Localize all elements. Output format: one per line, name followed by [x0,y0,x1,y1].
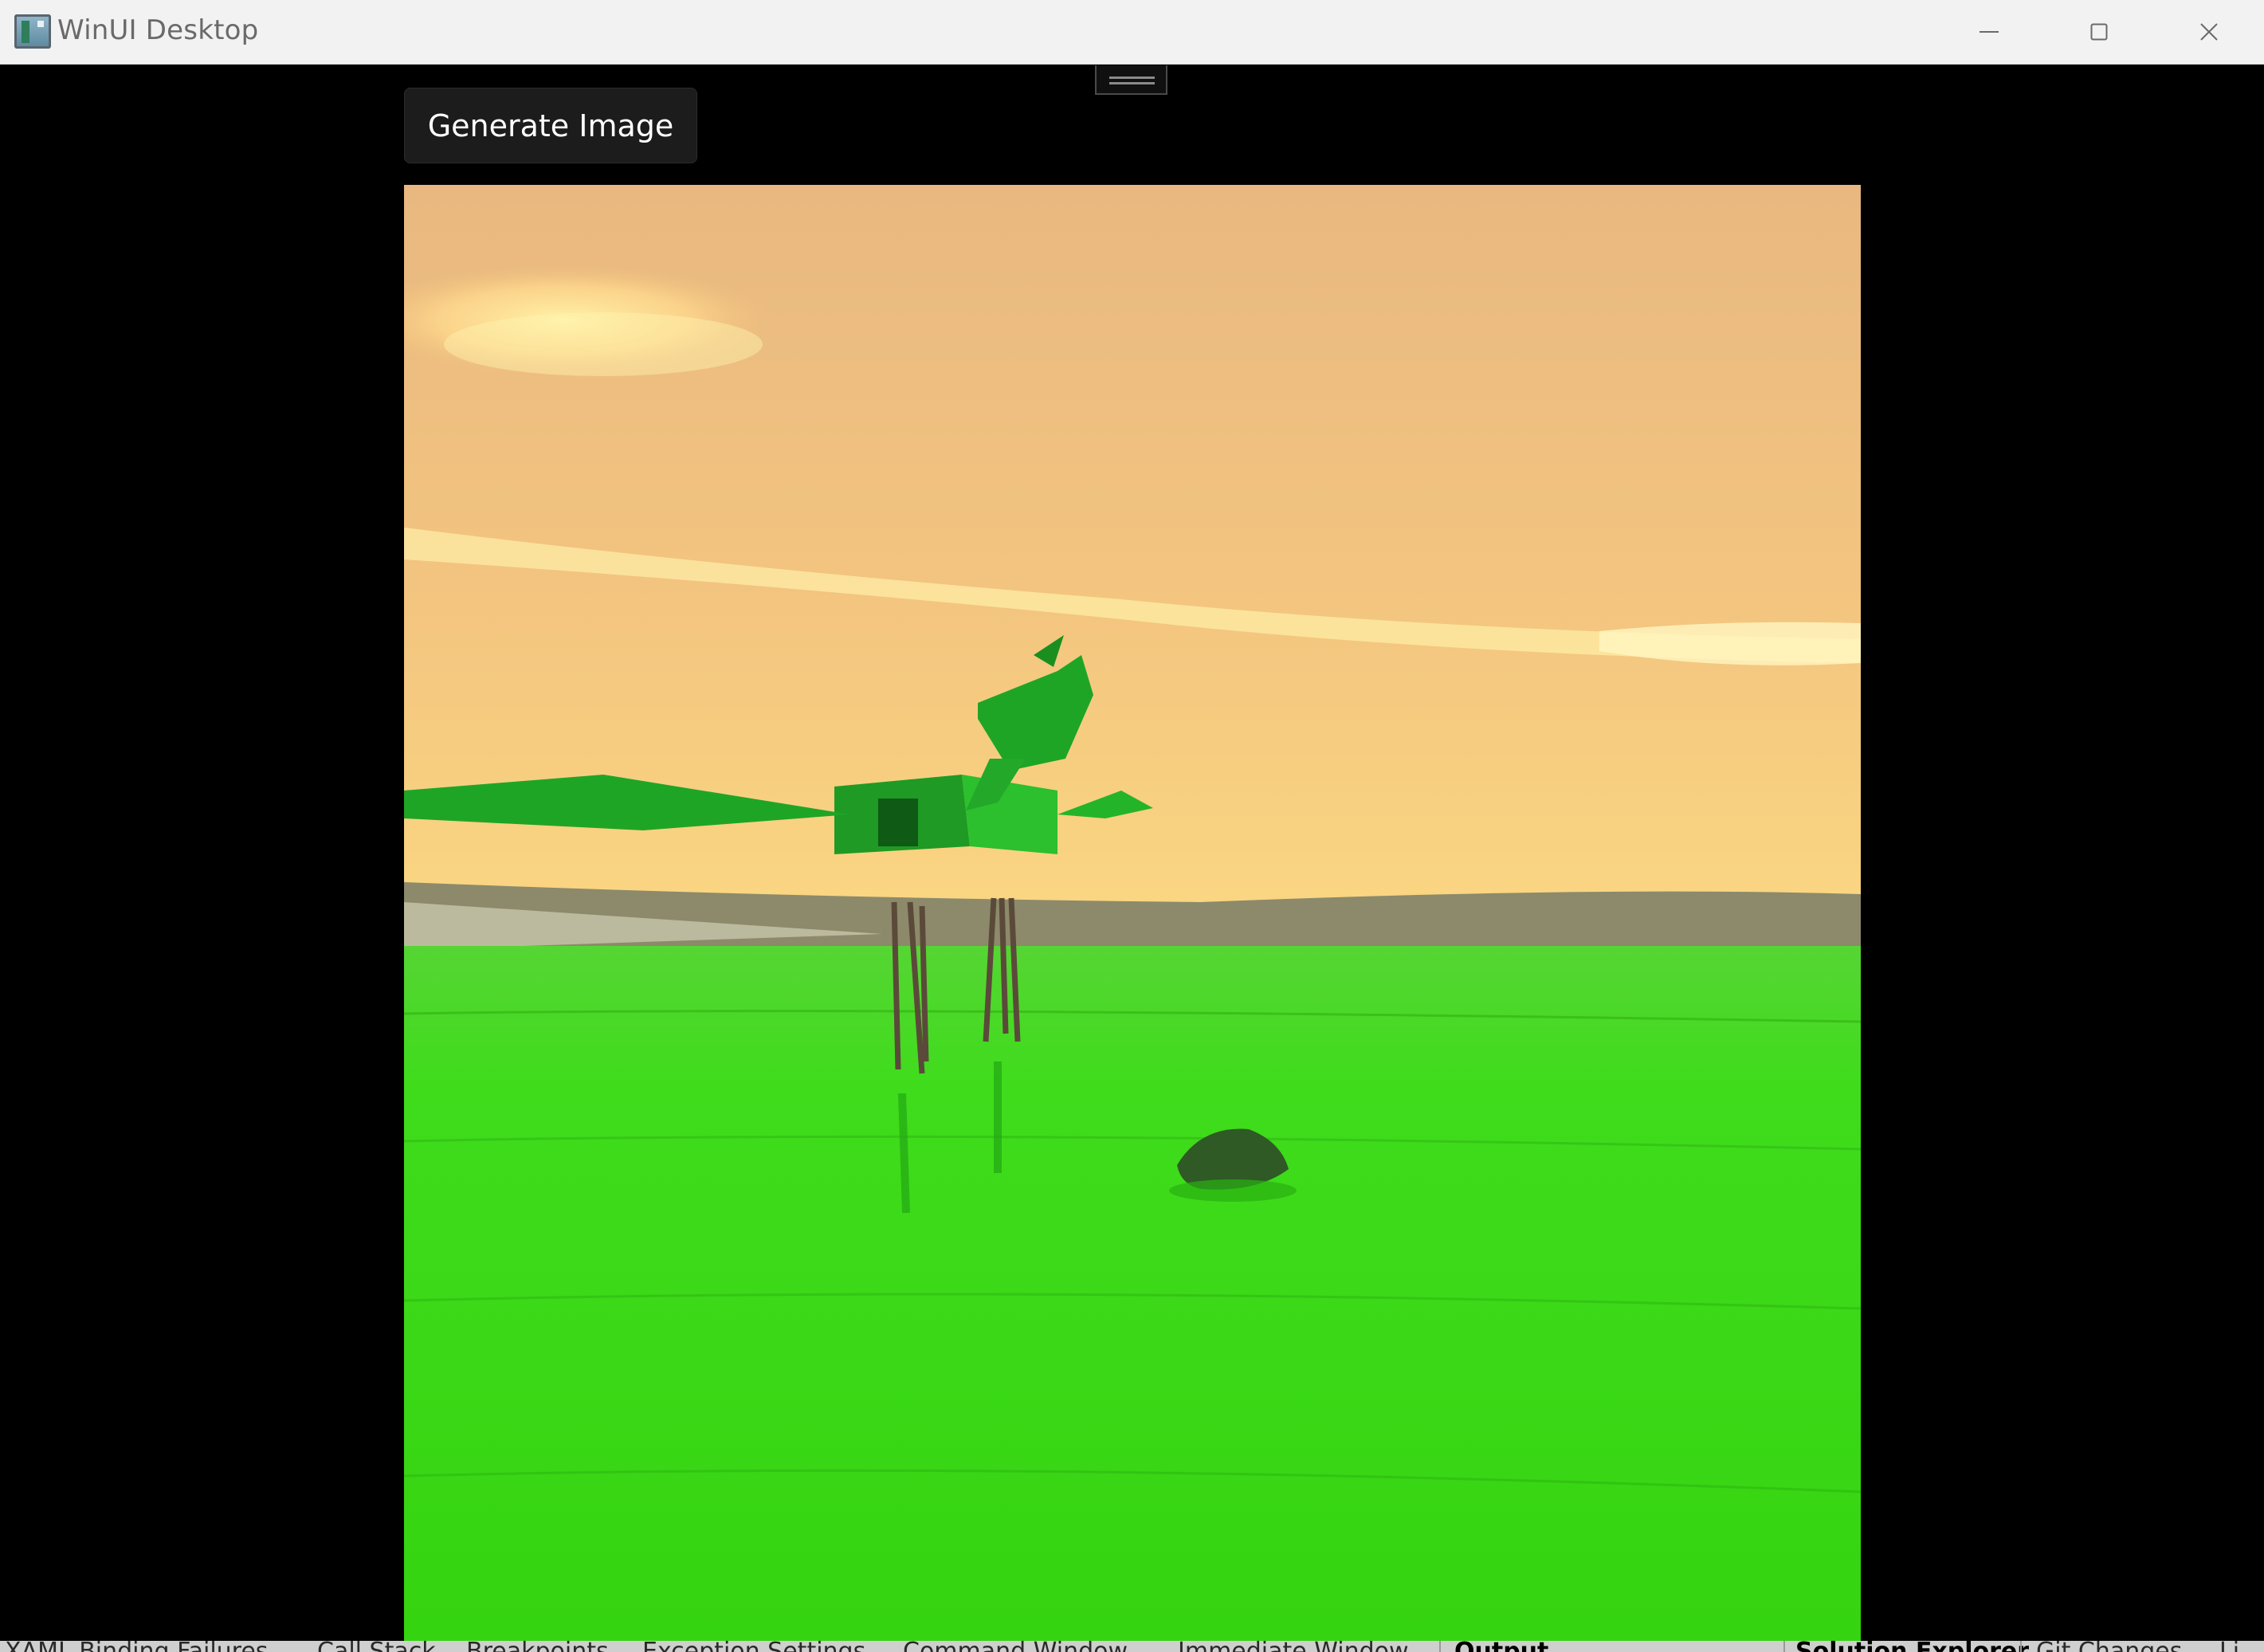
minimize-button[interactable] [1934,0,2044,64]
generate-image-button[interactable]: Generate Image [404,88,697,163]
title-bar[interactable]: WinUI Desktop [0,0,2264,65]
tab-command-window[interactable]: Command Window [903,1641,1128,1652]
tab-breakpoints[interactable]: Breakpoints [466,1641,609,1652]
window-title: WinUI Desktop [57,14,259,46]
maximize-button[interactable] [2044,0,2154,64]
tab-solution-explorer[interactable]: Solution Explorer [1795,1641,2029,1652]
app-window-icon [14,14,51,49]
minimize-icon [1980,31,1999,33]
tab-git-changes[interactable]: Git Changes [2036,1641,2182,1652]
maximize-icon [2090,23,2108,41]
tab-xaml-binding-failures[interactable]: XAML Binding Failures [5,1641,268,1652]
close-button[interactable] [2154,0,2264,64]
generated-image [404,185,1861,1642]
tab-call-stack[interactable]: Call Stack [317,1641,436,1652]
tab-output[interactable]: Output [1454,1641,1548,1652]
close-icon [2200,23,2218,41]
debug-toolbar-handle[interactable] [1095,65,1167,95]
tab-more[interactable]: Li [2219,1641,2239,1652]
app-window: WinUI Desktop Generate Image [0,0,2264,1652]
bottom-tool-tabs: XAML Binding Failures Call Stack Breakpo… [0,1641,2264,1652]
tab-immediate-window[interactable]: Immediate Window [1178,1641,1409,1652]
tab-exception-settings[interactable]: Exception Settings [642,1641,865,1652]
